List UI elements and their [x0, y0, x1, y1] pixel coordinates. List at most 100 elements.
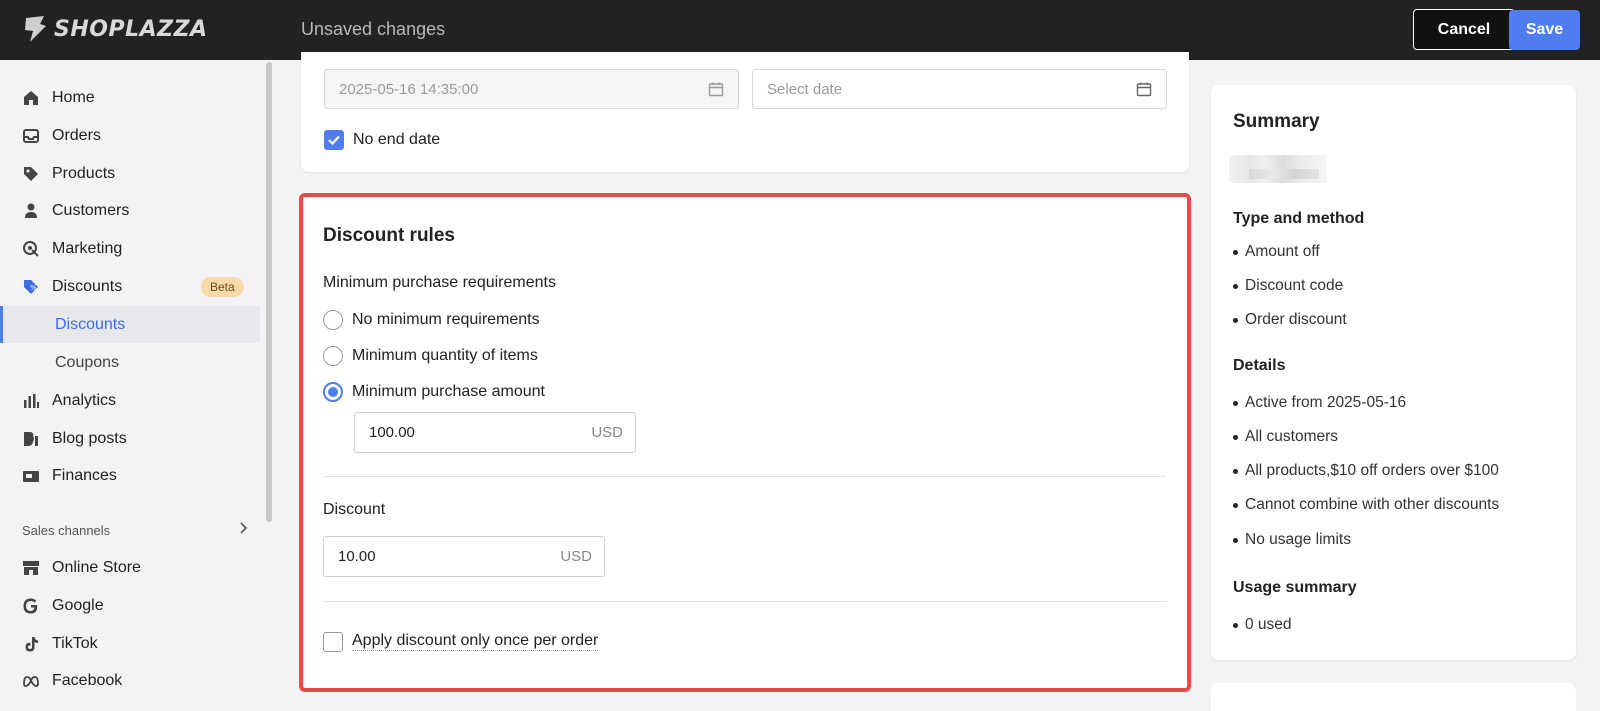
chevron-right-icon[interactable] — [236, 521, 250, 535]
summary-list-item: No usage limits — [1233, 531, 1351, 548]
currency-suffix: USD — [560, 548, 592, 565]
no-minimum-label: No minimum requirements — [352, 311, 540, 328]
summary-card: Summary Type and method Amount off Disco… — [1211, 85, 1576, 660]
sidebar-item-label: Online Store — [52, 558, 141, 576]
blog-icon — [22, 430, 40, 448]
sidebar-subitem-discounts[interactable]: Discounts — [0, 306, 260, 343]
inbox-icon — [22, 127, 40, 145]
sidebar-item-label: Discounts — [52, 277, 123, 295]
discount-tag-icon: % — [22, 278, 40, 296]
checkmark-icon — [328, 135, 340, 146]
min-requirements-label: Minimum purchase requirements — [323, 274, 556, 291]
sidebar-channel-tiktok[interactable]: TikTok — [0, 625, 260, 662]
sidebar-channel-online-store[interactable]: Online Store — [0, 549, 260, 586]
top-bar: SHOPLAZZA Unsaved changes Cancel Save — [0, 0, 1600, 60]
sidebar-item-customers[interactable]: Customers — [0, 192, 260, 229]
home-icon — [22, 89, 40, 107]
apply-once-checkbox[interactable] — [323, 632, 343, 652]
no-end-date-checkbox[interactable] — [324, 130, 344, 150]
sidebar-item-analytics[interactable]: Analytics — [0, 382, 260, 419]
sidebar-item-label: Products — [52, 164, 116, 182]
calendar-icon — [1136, 82, 1152, 97]
sidebar-item-finances[interactable]: Finances — [0, 457, 260, 494]
discount-rules-title: Discount rules — [323, 225, 455, 246]
meta-icon — [22, 672, 40, 690]
logo-text: SHOPLAZZA — [54, 16, 208, 42]
discount-value-input[interactable]: 10.00 USD — [323, 536, 605, 577]
sidebar-item-label: Blog posts — [52, 429, 127, 447]
sidebar-scrollbar[interactable] — [266, 62, 272, 522]
sidebar-item-label: Home — [52, 88, 95, 106]
sales-channels-heading: Sales channels — [22, 523, 111, 538]
summary-list-item: 0 used — [1233, 616, 1292, 633]
no-end-date-label: No end date — [353, 131, 441, 148]
sidebar-item-blog-posts[interactable]: Blog posts — [0, 420, 260, 457]
sidebar-item-label: Google — [52, 596, 104, 614]
divider — [323, 601, 1166, 602]
logo-icon — [25, 16, 46, 42]
summary-list-item: All products,$10 off orders over $100 — [1233, 462, 1499, 479]
discount-code-redacted — [1229, 155, 1327, 183]
min-amount-input[interactable]: 100.00 USD — [354, 412, 636, 453]
min-amount-radio[interactable] — [323, 382, 343, 402]
usage-summary-heading: Usage summary — [1233, 579, 1357, 596]
sidebar-item-label: Discounts — [55, 315, 126, 333]
summary-list-item: Amount off — [1233, 243, 1320, 260]
discount-value: 10.00 — [338, 548, 376, 565]
divider — [323, 476, 1166, 477]
google-icon — [22, 597, 40, 615]
svg-text:%: % — [30, 284, 37, 292]
start-date-value: 2025-05-16 14:35:00 — [339, 80, 479, 98]
sidebar-item-discounts[interactable]: % Discounts Beta — [0, 268, 260, 305]
min-quantity-label: Minimum quantity of items — [352, 347, 538, 364]
no-minimum-radio[interactable] — [323, 310, 343, 330]
sidebar-item-label: Marketing — [52, 239, 123, 257]
sidebar-item-label: Facebook — [52, 671, 123, 689]
store-icon — [22, 559, 40, 577]
min-amount-value: 100.00 — [369, 424, 415, 441]
sidebar-item-label: TikTok — [52, 634, 98, 652]
sidebar-item-label: Finances — [52, 466, 117, 484]
min-amount-label: Minimum purchase amount — [352, 383, 545, 400]
sidebar-item-label: Analytics — [52, 391, 117, 409]
person-icon — [22, 202, 40, 220]
target-icon — [22, 240, 40, 258]
summary-list-item: Active from 2025-05-16 — [1232, 394, 1407, 411]
end-date-placeholder: Select date — [767, 80, 843, 98]
shoplazza-logo[interactable]: SHOPLAZZA — [22, 14, 208, 44]
sidebar-item-products[interactable]: Products — [0, 155, 260, 192]
summary-list-item: Discount code — [1232, 277, 1344, 294]
tiktok-icon — [22, 635, 40, 653]
calendar-icon — [708, 82, 724, 97]
sidebar-item-label: Customers — [52, 201, 130, 219]
discount-label: Discount — [323, 501, 386, 518]
active-dates-card: 2025-05-16 14:35:00 Select date No end d… — [301, 52, 1189, 172]
tag-icon — [22, 165, 40, 183]
end-date-input[interactable]: Select date — [752, 69, 1167, 109]
sidebar-channel-google[interactable]: Google — [0, 587, 260, 624]
sidebar-subitem-coupons[interactable]: Coupons — [0, 344, 260, 381]
min-quantity-radio[interactable] — [323, 346, 343, 366]
type-method-heading: Type and method — [1233, 210, 1365, 227]
sidebar-item-orders[interactable]: Orders — [0, 117, 260, 154]
apply-once-label[interactable]: Apply discount only once per order — [352, 632, 599, 651]
beta-badge: Beta — [201, 277, 244, 297]
summary-title: Summary — [1233, 111, 1320, 132]
start-date-input[interactable]: 2025-05-16 14:35:00 — [324, 69, 739, 109]
summary-list-item: Order discount — [1233, 311, 1347, 328]
currency-suffix: USD — [591, 424, 623, 441]
save-button[interactable]: Save — [1509, 10, 1580, 50]
summary-list-item: Cannot combine with other discounts — [1232, 496, 1500, 513]
sidebar-item-label: Orders — [52, 126, 101, 144]
discount-rules-card: Discount rules Minimum purchase requirem… — [299, 193, 1191, 692]
sidebar-item-marketing[interactable]: Marketing — [0, 230, 260, 267]
details-heading: Details — [1233, 357, 1286, 374]
summary-list-item: All customers — [1232, 428, 1339, 445]
cancel-button[interactable]: Cancel — [1413, 9, 1515, 50]
sidebar-item-home[interactable]: Home — [0, 79, 260, 116]
secondary-card — [1211, 683, 1576, 711]
bar-chart-icon — [22, 392, 40, 410]
sidebar-item-label: Coupons — [55, 353, 120, 371]
unsaved-status: Unsaved changes — [301, 19, 446, 39]
sidebar-channel-facebook[interactable]: Facebook — [0, 662, 260, 699]
